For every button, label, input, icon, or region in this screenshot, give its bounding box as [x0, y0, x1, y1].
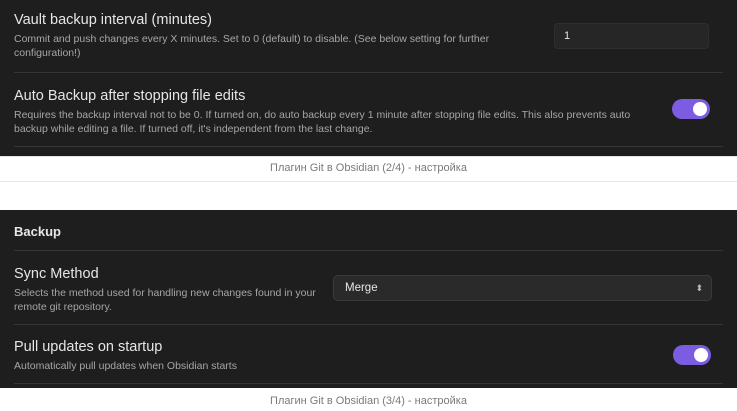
section-heading: Backup: [14, 224, 61, 239]
image-caption: Плагин Git в Obsidian (2/4) - настройка: [270, 162, 467, 174]
setting-description: Automatically pull updates when Obsidian…: [14, 360, 237, 372]
setting-title: Auto Backup after stopping file edits: [14, 88, 246, 104]
selected-value: Merge: [345, 282, 378, 294]
toggle-knob: [694, 348, 708, 362]
setting-title: Sync Method: [14, 266, 99, 282]
caption-divider: [0, 156, 737, 157]
toggle-knob: [693, 102, 707, 116]
auto-backup-toggle[interactable]: [672, 99, 710, 119]
divider: [14, 383, 723, 384]
setting-description: Requires the backup interval not to be 0…: [14, 109, 631, 135]
divider: [14, 324, 723, 325]
setting-description: Selects the method used for handling new…: [14, 287, 316, 313]
pull-on-startup-toggle[interactable]: [673, 345, 711, 365]
divider: [14, 250, 723, 251]
divider: [14, 146, 723, 147]
setting-sync-method: Sync Method Selects the method used for …: [14, 265, 319, 314]
caption-divider: [0, 181, 737, 182]
setting-auto-backup: Auto Backup after stopping file edits Re…: [14, 87, 654, 136]
settings-panel-git-2: Vault backup interval (minutes) Commit a…: [0, 0, 737, 156]
image-caption: Плагин Git в Obsidian (3/4) - настройка: [270, 395, 467, 407]
setting-title: Vault backup interval (minutes): [14, 12, 212, 28]
setting-title: Pull updates on startup: [14, 339, 163, 355]
setting-pull-on-startup: Pull updates on startup Automatically pu…: [14, 338, 574, 373]
setting-vault-backup-interval: Vault backup interval (minutes) Commit a…: [14, 11, 534, 60]
chevron-updown-icon: ⬍: [695, 283, 703, 293]
setting-description: Commit and push changes every X minutes.…: [14, 33, 490, 59]
vault-backup-interval-input[interactable]: 1: [554, 23, 709, 49]
settings-panel-git-3: Backup Sync Method Selects the method us…: [0, 210, 737, 388]
divider: [14, 72, 723, 73]
sync-method-select[interactable]: Merge ⬍: [333, 275, 712, 301]
